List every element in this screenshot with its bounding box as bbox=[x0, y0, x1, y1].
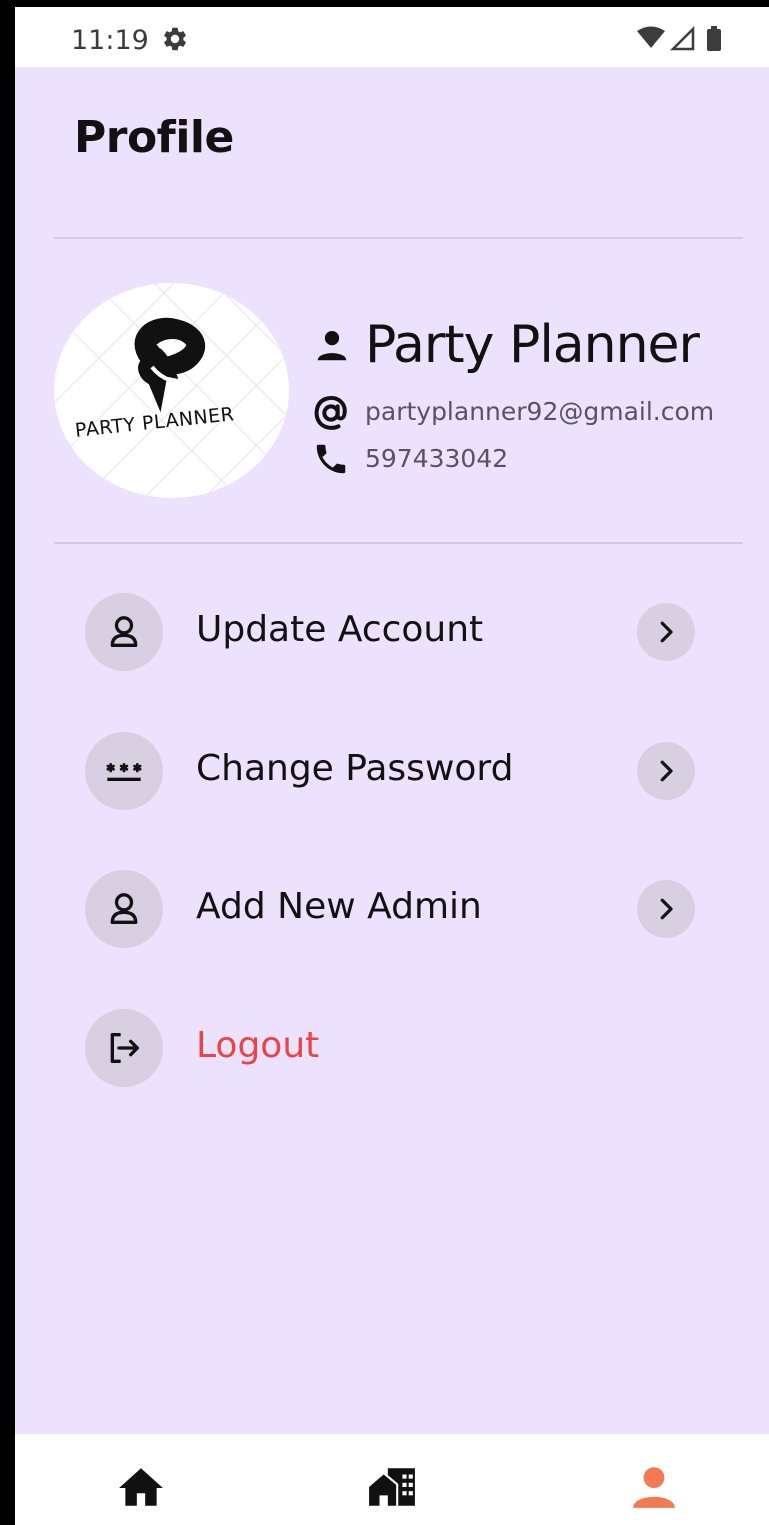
wifi-icon bbox=[637, 26, 665, 48]
bottom-navigation bbox=[15, 1434, 769, 1525]
building-icon[interactable] bbox=[367, 1462, 417, 1512]
profile-name: Party Planner bbox=[365, 315, 700, 375]
phone-icon bbox=[316, 444, 346, 474]
menu-icon-circle bbox=[85, 870, 163, 948]
party-planner-logo bbox=[54, 283, 289, 498]
person-icon bbox=[317, 330, 347, 361]
logout-label: Logout bbox=[196, 1025, 320, 1066]
battery-icon bbox=[707, 29, 721, 51]
chevron-right-icon bbox=[660, 621, 673, 643]
avatar: PARTY PLANNER bbox=[54, 283, 289, 498]
page-title: Profile bbox=[74, 112, 234, 163]
chevron-right-icon bbox=[660, 898, 673, 920]
chevron-right-button[interactable] bbox=[637, 603, 695, 661]
status-bar: 11:19 bbox=[15, 7, 769, 67]
user-outline-icon bbox=[110, 616, 138, 647]
phone-screen: 11:19 Profile PARTY PLANNER Party Planne… bbox=[15, 7, 769, 1525]
user-outline-icon bbox=[110, 893, 138, 924]
menu-item-label: Add New Admin bbox=[196, 886, 482, 927]
chevron-right-button[interactable] bbox=[637, 742, 695, 800]
person-icon[interactable] bbox=[629, 1462, 679, 1512]
logout-icon bbox=[110, 1033, 139, 1063]
menu-icon-circle bbox=[85, 593, 163, 671]
chevron-right-button[interactable] bbox=[637, 880, 695, 938]
signal-icon bbox=[669, 26, 695, 51]
home-icon[interactable] bbox=[116, 1462, 166, 1512]
status-icons bbox=[637, 26, 721, 51]
status-time: 11:19 bbox=[71, 25, 149, 56]
logout-item[interactable]: Logout bbox=[85, 1009, 699, 1089]
menu-icon-circle bbox=[85, 1009, 163, 1087]
profile-page: Profile PARTY PLANNER Party Planner part… bbox=[15, 67, 769, 1434]
change-password-item[interactable]: Change Password bbox=[85, 732, 699, 812]
menu-item-label: Update Account bbox=[196, 609, 484, 650]
add-new-admin-item[interactable]: Add New Admin bbox=[85, 870, 699, 950]
profile-phone: 597433042 bbox=[365, 444, 509, 473]
menu-icon-circle bbox=[85, 732, 163, 810]
menu-item-label: Change Password bbox=[196, 748, 514, 789]
profile-email: partyplanner92@gmail.com bbox=[365, 397, 715, 426]
divider bbox=[54, 237, 743, 239]
gear-icon bbox=[164, 27, 186, 51]
chevron-right-icon bbox=[660, 760, 673, 782]
password-icon bbox=[106, 763, 142, 781]
at-sign-icon bbox=[314, 396, 347, 430]
update-account-item[interactable]: Update Account bbox=[85, 593, 699, 673]
divider bbox=[54, 542, 743, 544]
